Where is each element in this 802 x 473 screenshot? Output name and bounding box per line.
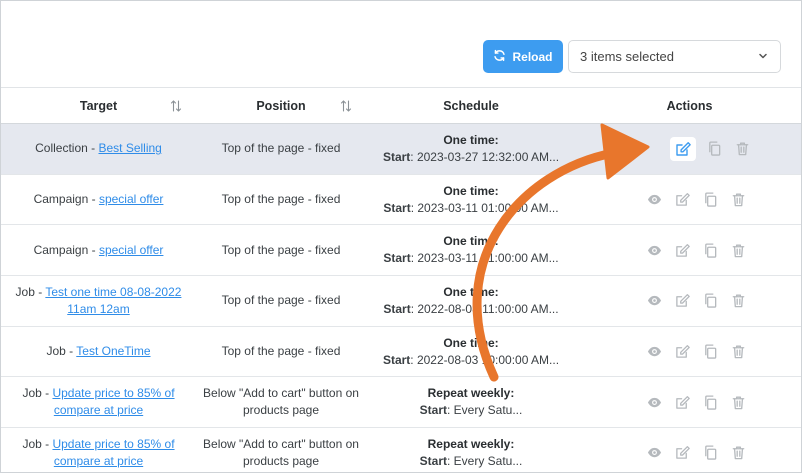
table-row[interactable]: Job - Update price to 85% of compare at … [1,377,801,428]
eye-icon[interactable] [645,291,664,310]
edit-icon[interactable] [673,241,692,260]
copy-icon[interactable] [705,139,724,158]
target-cell: Job - Test OneTime [46,344,151,359]
target-cell: Job - Update price to 85% of compare at … [22,436,175,468]
position-cell: Below "Add to cart" button on products p… [203,386,359,418]
target-link[interactable]: Update price to 85% of compare at price [52,386,174,417]
schedule-start: Start: Every Satu... [419,453,523,468]
trash-icon[interactable] [729,342,748,361]
target-cell: Campaign - special offer [33,192,164,207]
eye-icon[interactable] [645,393,664,412]
selection-label: 3 items selected [580,49,674,64]
target-cell: Job - Test one time 08-08-2022 11am 12am [15,284,182,316]
schedule-type: Repeat weekly: [427,436,515,451]
schedule-cell: Repeat weekly: Start: Every Satu... [366,377,576,428]
schedule-start: Start: 2022-08-03 10:00:00 AM... [382,352,560,367]
reload-button[interactable]: Reload [483,40,563,73]
actions-cell [576,174,801,225]
schedule-type: Repeat weekly: [427,386,515,401]
banner-table: Target Position Schedule Actions Collect… [1,87,801,472]
target-link[interactable]: Test OneTime [76,344,150,358]
column-header-actions: Actions [666,98,713,113]
table-row[interactable]: Job - Test OneTime Top of the page - fix… [1,326,801,377]
trash-icon[interactable] [729,393,748,412]
table-row[interactable]: Collection - Best Selling Top of the pag… [1,123,801,175]
copy-icon[interactable] [701,291,720,310]
actions-cell [576,326,801,377]
target-cell: Campaign - special offer [33,242,164,257]
sort-icon[interactable] [170,99,182,113]
position-cell: Below "Add to cart" button on products p… [203,436,359,468]
schedule-cell: One time: Start: 2023-03-11 01:00:00 AM.… [366,174,576,225]
edit-icon[interactable] [673,291,692,310]
copy-icon[interactable] [701,342,720,361]
trash-icon[interactable] [729,241,748,260]
schedule-cell: One time: Start: 2023-03-11 01:00:00 AM.… [366,225,576,276]
table-row[interactable]: Job - Test one time 08-08-2022 11am 12am… [1,276,801,327]
edit-icon[interactable] [673,443,692,462]
column-header-position[interactable]: Position [196,88,366,124]
edit-icon[interactable] [669,136,696,161]
copy-icon[interactable] [701,241,720,260]
table-row[interactable]: Campaign - special offer Top of the page… [1,174,801,225]
target-link[interactable]: special offer [99,243,163,257]
target-cell: Collection - Best Selling [35,141,162,156]
schedule-start: Start: 2022-08-08 11:00:00 AM... [383,301,559,316]
trash-icon[interactable] [729,291,748,310]
column-header-target[interactable]: Target [1,88,196,124]
toolbar: Reload 3 items selected [483,40,781,73]
schedule-type: One time: [443,183,499,198]
table-row[interactable]: Campaign - special offer Top of the page… [1,225,801,276]
edit-icon[interactable] [673,393,692,412]
eye-icon[interactable] [645,342,664,361]
schedule-type: One time: [443,234,499,249]
copy-icon[interactable] [701,443,720,462]
trash-icon[interactable] [733,139,752,158]
schedule-start: Start: 2023-03-11 01:00:00 AM... [383,251,559,266]
table-row[interactable]: Job - Update price to 85% of compare at … [1,428,801,472]
chevron-down-icon [758,49,768,64]
actions-cell [576,276,801,327]
schedule-type: One time: [443,132,499,147]
position-cell: Top of the page - fixed [221,293,341,308]
eye-icon[interactable] [645,241,664,260]
sort-icon[interactable] [340,99,352,113]
target-link[interactable]: special offer [99,192,163,206]
actions-cell [576,225,801,276]
eye-icon[interactable] [645,443,664,462]
table-header-row: Target Position Schedule Actions [1,87,801,124]
app-frame: Reload 3 items selected Target Position … [0,0,802,473]
copy-icon[interactable] [701,190,720,209]
target-link[interactable]: Test one time 08-08-2022 11am 12am [45,285,181,316]
schedule-cell: One time: Start: 2022-08-03 10:00:00 AM.… [366,326,576,377]
actions-cell [576,377,801,428]
position-cell: Top of the page - fixed [221,141,341,156]
position-cell: Top of the page - fixed [221,242,341,257]
trash-icon[interactable] [729,190,748,209]
eye-icon[interactable] [645,190,664,209]
copy-icon[interactable] [701,393,720,412]
edit-icon[interactable] [673,190,692,209]
target-link[interactable]: Best Selling [98,141,161,155]
column-header-schedule: Schedule [443,98,499,113]
refresh-icon [493,49,506,65]
actions-cell [576,124,801,175]
schedule-type: One time: [443,284,499,299]
target-cell: Job - Update price to 85% of compare at … [22,386,175,418]
edit-icon[interactable] [673,342,692,361]
schedule-type: One time: [443,335,499,350]
schedule-start: Start: Every Satu... [419,403,523,418]
schedule-start: Start: 2023-03-11 01:00:00 AM... [383,200,559,215]
actions-cell [576,428,801,472]
position-cell: Top of the page - fixed [221,344,341,359]
trash-icon[interactable] [729,443,748,462]
target-link[interactable]: Update price to 85% of compare at price [52,437,174,468]
position-cell: Top of the page - fixed [221,192,341,207]
reload-label: Reload [512,49,553,64]
schedule-start: Start: 2023-03-27 12:32:00 AM... [382,149,560,164]
schedule-cell: One time: Start: 2023-03-27 12:32:00 AM.… [366,124,576,175]
schedule-cell: One time: Start: 2022-08-08 11:00:00 AM.… [366,276,576,327]
selection-dropdown[interactable]: 3 items selected [568,40,781,73]
schedule-cell: Repeat weekly: Start: Every Satu... [366,428,576,472]
